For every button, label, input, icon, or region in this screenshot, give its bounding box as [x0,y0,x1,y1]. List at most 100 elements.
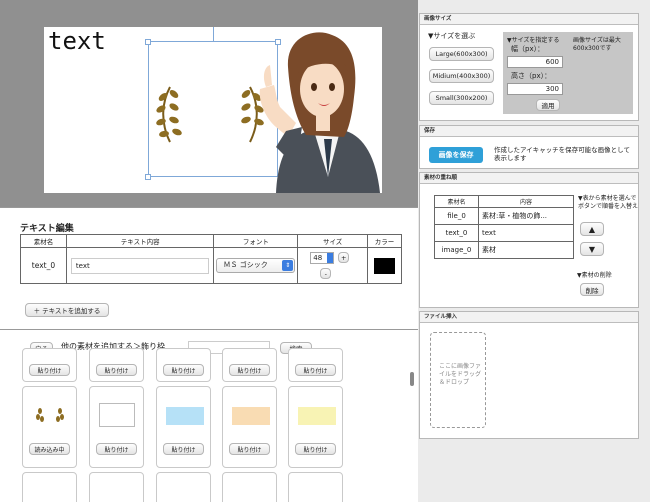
layer-order-panel: 素材の重ね順 素材名 内容 file_0 素材:草・植物の飾... text_0… [419,172,639,308]
laurel-thumbnail [36,408,64,422]
column-header: 素材名 [20,234,67,248]
add-text-button[interactable]: ＋ テキストを追加する [25,303,109,317]
column-header: サイズ [297,234,369,248]
material-grid: 貼り付け 貼り付け 貼り付け 貼り付け 貼り付け 読み込み中 貼り付け 貼り付け… [18,348,350,502]
material-browser: 戻る 他の素材を追加する＞飾り枠 検索 貼り付け 貼り付け 貼り付け 貼り付け … [0,330,418,502]
text-editor-panel: テキスト編集 素材名 テキスト内容 フォント サイズ カラー text_0 te… [0,207,418,330]
layer-content: 素材 [478,241,574,259]
yellow-frame-thumbnail [298,407,336,425]
material-tile[interactable] [22,472,77,502]
save-header: 保存 [420,126,638,137]
size-minus-button[interactable]: - [320,268,332,279]
material-tile[interactable] [222,472,277,502]
material-tile[interactable] [89,472,144,502]
layer-table: 素材名 内容 file_0 素材:草・植物の飾... text_0 text i… [434,195,574,259]
paste-button[interactable]: 貼り付け [229,443,270,455]
material-tile[interactable]: 貼り付け [156,386,211,468]
material-tile[interactable]: 貼り付け [22,348,77,382]
column-header: 素材名 [434,195,479,208]
layer-name: image_0 [434,241,479,259]
column-header: フォント [213,234,299,248]
text-editor-table: 素材名 テキスト内容 フォント サイズ カラー text_0 text ＭＳ ゴ… [20,234,402,284]
table-row: text_0 text ＭＳ ゴシック ⇕ 48 + - [20,247,402,284]
size-medium-button[interactable]: Midium(400x300) [429,69,494,83]
chevron-updown-icon: ⇕ [282,260,294,271]
material-tile[interactable]: 貼り付け [222,348,277,382]
move-up-button[interactable]: ▲ [580,222,604,236]
layer-content: 素材:草・植物の飾... [478,207,574,225]
column-header: 内容 [478,195,574,208]
table-row[interactable]: image_0 素材 [434,241,574,259]
image-size-panel: 画像サイズ ▼サイズを選ぶ Large(600x300) Midium(400x… [419,13,639,121]
delete-button[interactable]: 削除 [580,283,604,296]
width-input[interactable]: 600 [507,56,563,68]
blue-frame-thumbnail [166,407,204,425]
material-tile[interactable]: 貼り付け [156,348,211,382]
layer-name: file_0 [434,207,479,225]
choose-size-label: ▼サイズを選ぶ [428,32,476,40]
size-plus-button[interactable]: + [338,252,350,263]
font-select-value: ＭＳ ゴシック [223,261,268,269]
paste-button[interactable]: 貼り付け [29,364,70,376]
drop-zone[interactable]: ここに画像ファイルをドラッグ＆ドロップ [430,332,486,428]
material-tile[interactable]: 読み込み中 [22,386,77,468]
paste-button[interactable]: 貼り付け [295,364,336,376]
loading-button[interactable]: 読み込み中 [29,443,70,455]
text-editor-title: テキスト編集 [20,224,74,234]
businesswoman-image[interactable] [236,27,382,193]
table-row[interactable]: text_0 text [434,224,574,242]
material-tile[interactable]: 貼り付け [89,348,144,382]
material-tile[interactable] [156,472,211,502]
file-insert-header: ファイル挿入 [420,312,638,323]
font-select[interactable]: ＭＳ ゴシック ⇕ [216,258,296,273]
image-size-header: 画像サイズ [420,14,638,25]
text-content-input[interactable]: text [70,257,210,274]
bag-frame-thumbnail [99,403,135,427]
scrollbar-thumb[interactable] [410,372,414,386]
size-small-button[interactable]: Small(300x200) [429,91,494,105]
drop-zone-text: ここに画像ファイルをドラッグ＆ドロップ [439,363,482,386]
order-help: ▼表から素材を選んでボタンで順番を入替え [578,195,639,210]
paste-button[interactable]: 貼り付け [163,364,204,376]
delete-label: ▼素材の削除 [577,272,612,279]
paste-button[interactable]: 貼り付け [96,364,137,376]
paste-button[interactable]: 貼り付け [163,443,204,455]
material-tile[interactable]: 貼り付け [288,348,343,382]
column-header: テキスト内容 [65,234,215,248]
paste-button[interactable]: 貼り付け [96,443,137,455]
save-panel: 保存 画像を保存 作成したアイキャッチを保存可能な画像として表示します [419,125,639,169]
save-image-button[interactable]: 画像を保存 [429,147,483,163]
layer-order-header: 素材の重ね順 [420,173,638,184]
table-row[interactable]: file_0 素材:草・植物の飾... [434,207,574,225]
apply-button[interactable]: 適用 [536,99,560,111]
rotate-handle-line [213,27,214,41]
selection-handle[interactable] [145,174,151,180]
size-note: 画像サイズは最大600x300です [573,37,621,52]
eyecatch-canvas[interactable]: text [44,27,382,193]
material-tile[interactable]: 貼り付け [89,386,144,468]
material-tile[interactable]: 貼り付け [288,386,343,468]
column-header: カラー [367,234,402,248]
color-swatch[interactable] [374,257,395,274]
width-label: 幅（px）： [511,45,545,53]
paste-button[interactable]: 貼り付け [229,364,270,376]
height-input[interactable]: 300 [507,83,563,95]
size-large-button[interactable]: Large(600x300) [429,47,494,61]
size-value: 48 [313,254,323,262]
custom-size-box: ▼サイズを指定する 幅（px）： 600 高さ（px）： 300 適用 画像サイ… [503,32,633,114]
save-description: 作成したアイキャッチを保存可能な画像として表示します [494,146,630,162]
file-insert-panel: ファイル挿入 ここに画像ファイルをドラッグ＆ドロップ [419,311,639,439]
size-stepper[interactable]: 48 [310,252,335,264]
height-label: 高さ（px）： [511,72,552,80]
move-down-button[interactable]: ▼ [580,242,604,256]
spin-icon[interactable] [327,253,334,263]
paste-button[interactable]: 貼り付け [295,443,336,455]
specify-size-label: ▼サイズを指定する [507,37,560,44]
material-tile[interactable] [288,472,343,502]
orange-frame-thumbnail [232,407,270,425]
material-tile[interactable]: 貼り付け [222,386,277,468]
selection-handle[interactable] [145,39,151,45]
canvas-text[interactable]: text [48,27,106,55]
material-name: text_0 [20,247,67,284]
layer-name: text_0 [434,224,479,242]
